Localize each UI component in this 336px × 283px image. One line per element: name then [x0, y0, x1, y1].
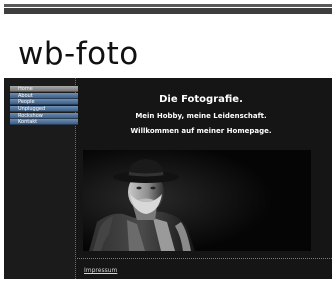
- footer-divider: [77, 258, 332, 259]
- site-header: wb-foto: [4, 14, 332, 86]
- bottom-bar: [4, 279, 332, 283]
- main-content: Die Fotografie. Mein Hobby, meine Leiden…: [77, 78, 332, 279]
- page-subtitle-2: Willkommen auf meiner Homepage.: [130, 127, 272, 135]
- sidebar-item-unplugged[interactable]: Unplugged: [10, 106, 78, 113]
- sidebar-item-people[interactable]: People: [10, 99, 78, 106]
- sidebar-nav: Home About People Unplugged Rockshow Kon…: [10, 86, 78, 126]
- site-logo[interactable]: wb-foto: [18, 34, 139, 74]
- sidebar-item-rockshow[interactable]: Rockshow: [10, 112, 78, 119]
- sidebar-item-home[interactable]: Home: [10, 86, 78, 92]
- portrait-photo-illustration: [83, 150, 311, 251]
- page-subtitle-1: Mein Hobby, meine Leidenschaft.: [135, 112, 267, 120]
- footer-link-impressum[interactable]: Impressum: [84, 267, 117, 274]
- sidebar: Home About People Unplugged Rockshow Kon…: [4, 78, 78, 279]
- page-title: Die Fotografie.: [159, 94, 243, 105]
- hero-photo: [83, 150, 311, 251]
- top-decorative-bar: [4, 4, 332, 14]
- sidebar-item-kontakt[interactable]: Kontakt: [10, 119, 78, 126]
- sidebar-item-about[interactable]: About: [10, 92, 78, 99]
